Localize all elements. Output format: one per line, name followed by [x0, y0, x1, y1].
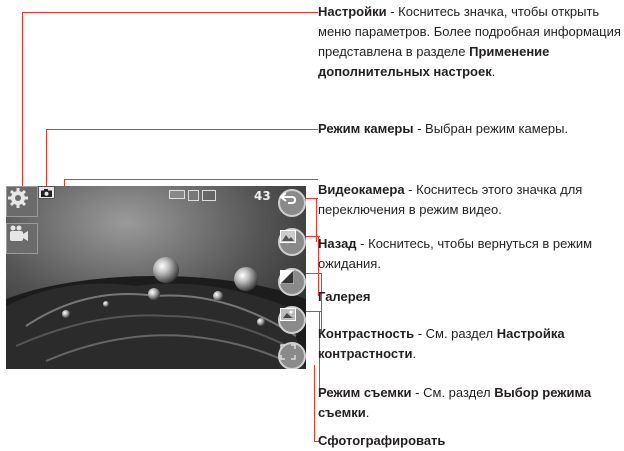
callout-line-mode [46, 129, 318, 131]
callout-shotmode-tail: . [365, 405, 370, 420]
gallery-icon [280, 230, 296, 243]
callout-settings-tail: . [491, 64, 496, 79]
back-arrow-icon [280, 192, 296, 204]
callout-gallery-title: Галерея [318, 289, 371, 304]
capture-icon [280, 344, 296, 360]
callout-shotmode: Режим съемки - См. раздел Выбор режима с… [318, 383, 624, 423]
camera-viewfinder: 43 [6, 186, 306, 369]
contrast-button[interactable] [278, 268, 306, 296]
callout-settings-title: Настройки [318, 4, 387, 19]
camera-icon [41, 188, 52, 197]
callout-shotmode-text: - См. раздел [411, 385, 495, 400]
callout-gallery: Галерея [318, 287, 624, 307]
battery-icon [169, 190, 185, 199]
callout-line-mode-v [46, 129, 48, 186]
callout-shotmode-title: Режим съемки [318, 385, 412, 400]
callout-line-settings [22, 12, 318, 14]
capture-button[interactable] [278, 342, 306, 369]
status-bar [169, 190, 216, 201]
callout-mode-title: Режим камеры [318, 121, 414, 136]
back-button[interactable] [278, 189, 306, 217]
gear-icon [8, 188, 28, 208]
callout-mode-text: - Выбран режим камеры. [413, 121, 569, 136]
storage-icon [188, 190, 199, 201]
callout-line-video [64, 179, 318, 181]
video-camera-icon [10, 225, 28, 241]
callout-video: Видеокамера - Коснитесь этого значка для… [318, 180, 624, 220]
shot-mode-icon [280, 308, 296, 321]
callout-line-capture-v [314, 365, 316, 441]
settings-button[interactable] [6, 186, 38, 217]
callout-capture: Сфотографировать [318, 431, 624, 451]
camera-mode-indicator [38, 186, 55, 199]
viewfinder-photo [6, 186, 306, 369]
callout-video-title: Видеокамера [318, 182, 405, 197]
gallery-button[interactable] [278, 228, 306, 256]
contrast-icon [280, 270, 294, 284]
callout-back-text: - Коснитесь, чтобы вернуться в режим ожи… [318, 236, 593, 271]
callout-contrast: Контрастность - См. раздел Настройка кон… [318, 324, 624, 364]
callout-back: Назад - Коснитесь, чтобы вернуться в реж… [318, 234, 624, 274]
callout-back-title: Назад [318, 236, 357, 251]
callout-line-settings-v [22, 12, 24, 188]
callout-contrast-tail: . [412, 346, 417, 361]
resolution-icon [202, 190, 216, 201]
callout-contrast-text: - См. раздел [414, 326, 497, 341]
shot-mode-button[interactable] [278, 306, 306, 334]
callout-mode: Режим камеры - Выбран режим камеры. [318, 119, 624, 139]
video-mode-button[interactable] [6, 223, 38, 254]
remaining-shots: 43 [254, 189, 271, 203]
callout-contrast-title: Контрастность [318, 326, 415, 341]
callout-capture-title: Сфотографировать [318, 433, 446, 448]
callout-settings: Настройки - Коснитесь значка, чтобы откр… [318, 2, 624, 82]
